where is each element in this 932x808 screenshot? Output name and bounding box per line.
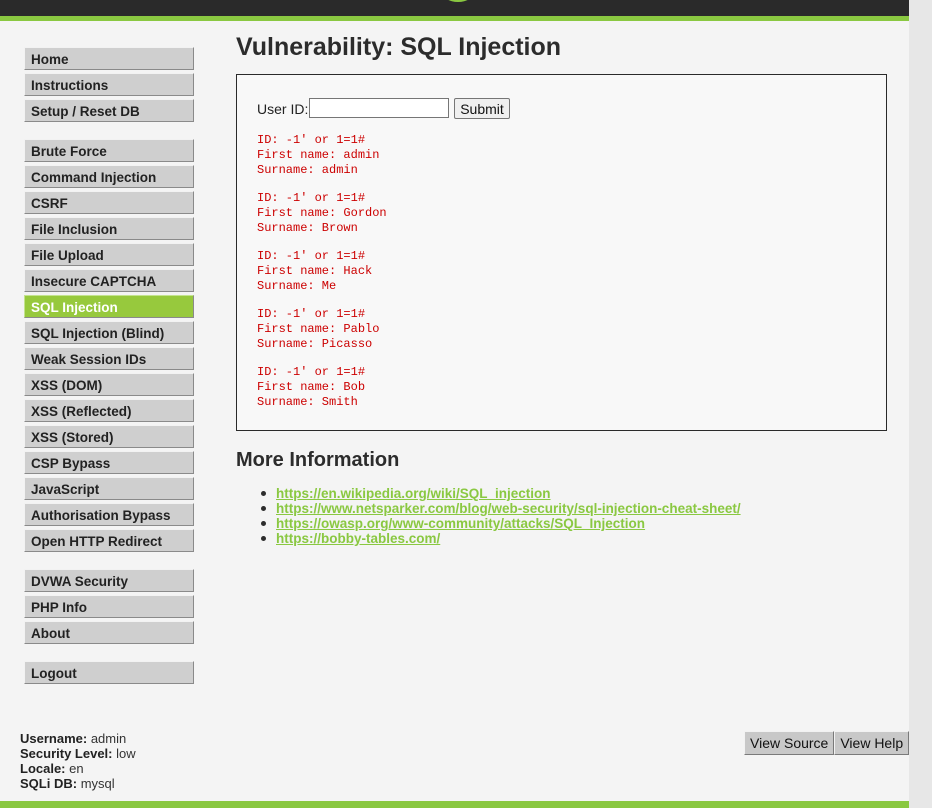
sidebar-item-authorisation-bypass[interactable]: Authorisation Bypass	[24, 503, 194, 526]
sidebar-item-setup-reset-db[interactable]: Setup / Reset DB	[24, 99, 194, 122]
sidebar-item-insecure-captcha[interactable]: Insecure CAPTCHA	[24, 269, 194, 292]
username-row: Username: admin	[20, 731, 136, 746]
sidebar-item-xss-dom[interactable]: XSS (DOM)	[24, 373, 194, 396]
result-first-name-line: First name: Hack	[257, 264, 373, 278]
more-information-links: https://en.wikipedia.org/wiki/SQL_inject…	[261, 486, 741, 546]
result-first-name-line: First name: Bob	[257, 380, 366, 394]
result-first-name-line: First name: Pablo	[257, 322, 380, 336]
security-level-value: low	[116, 746, 136, 761]
list-item: https://bobby-tables.com/	[261, 531, 741, 546]
locale-label: Locale:	[20, 761, 66, 776]
query-results: ID: -1' or 1=1# First name: admin Surname:…	[257, 133, 387, 423]
result-surname-line: Surname: Me	[257, 279, 337, 293]
sidebar-item-file-inclusion[interactable]: File Inclusion	[24, 217, 194, 240]
sidebar-item-sql-injection[interactable]: SQL Injection	[24, 295, 194, 318]
sidebar-item-javascript[interactable]: JavaScript	[24, 477, 194, 500]
list-item: https://owasp.org/www-community/attacks/…	[261, 516, 741, 531]
result-id-line: ID: -1' or 1=1#	[257, 191, 366, 205]
submit-button[interactable]: Submit	[454, 98, 510, 119]
security-level-row: Security Level: low	[20, 746, 136, 761]
result-id-line: ID: -1' or 1=1#	[257, 249, 366, 263]
sidebar-item-about[interactable]: About	[24, 621, 194, 644]
result-first-name-line: First name: Gordon	[257, 206, 387, 220]
sidebar-item-home[interactable]: Home	[24, 47, 194, 70]
bullet-icon	[261, 521, 266, 526]
result-surname-line: Surname: Picasso	[257, 337, 373, 351]
locale-value: en	[69, 761, 84, 776]
sqli-db-row: SQLi DB: mysql	[20, 776, 136, 791]
dvwa-logo-icon	[448, 0, 468, 2]
more-info-link[interactable]: https://bobby-tables.com/	[276, 531, 440, 546]
vulnerability-box: User ID: Submit ID: -1' or 1=1# First nam…	[236, 74, 887, 431]
sqli-db-value: mysql	[80, 776, 115, 791]
list-item: https://www.netsparker.com/blog/web-secu…	[261, 501, 741, 516]
sidebar-item-csp-bypass[interactable]: CSP Bypass	[24, 451, 194, 474]
result-surname-line: Surname: Brown	[257, 221, 358, 235]
sidebar-item-csrf[interactable]: CSRF	[24, 191, 194, 214]
menu-group: Logout	[24, 661, 194, 684]
result-block: ID: -1' or 1=1# First name: Pablo Surname:…	[257, 307, 387, 352]
user-id-input[interactable]	[309, 98, 449, 118]
result-block: ID: -1' or 1=1# First name: Bob Surname: S…	[257, 365, 387, 410]
sidebar-item-command-injection[interactable]: Command Injection	[24, 165, 194, 188]
user-id-label: User ID:	[257, 101, 309, 117]
more-info-link[interactable]: https://www.netsparker.com/blog/web-secu…	[276, 501, 741, 516]
security-level-label: Security Level:	[20, 746, 113, 761]
menu-group: DVWA Security PHP Info About	[24, 569, 194, 644]
more-information-heading: More Information	[236, 449, 400, 471]
bullet-icon	[261, 536, 266, 541]
bullet-icon	[261, 506, 266, 511]
footer-accent-bar	[0, 801, 909, 808]
result-id-line: ID: -1' or 1=1#	[257, 133, 366, 147]
sidebar-item-php-info[interactable]: PHP Info	[24, 595, 194, 618]
result-first-name-line: First name: admin	[257, 148, 380, 162]
more-info-link[interactable]: https://en.wikipedia.org/wiki/SQL_inject…	[276, 486, 551, 501]
view-source-button[interactable]: View Source	[744, 731, 835, 755]
sidebar-item-instructions[interactable]: Instructions	[24, 73, 194, 96]
header-bar	[0, 0, 909, 21]
sidebar-item-brute-force[interactable]: Brute Force	[24, 139, 194, 162]
result-surname-line: Surname: admin	[257, 163, 358, 177]
bullet-icon	[261, 491, 266, 496]
username-value: admin	[90, 731, 127, 746]
locale-row: Locale: en	[20, 761, 136, 776]
result-id-line: ID: -1' or 1=1#	[257, 307, 366, 321]
session-info: Username: admin Security Level: low Loca…	[20, 731, 136, 791]
sidebar-menu: Home Instructions Setup / Reset DB Brute Fo…	[24, 47, 194, 701]
result-surname-line: Surname: Smith	[257, 395, 358, 409]
view-help-button[interactable]: View Help	[834, 731, 910, 755]
list-item: https://en.wikipedia.org/wiki/SQL_inject…	[261, 486, 741, 501]
menu-group: Home Instructions Setup / Reset DB	[24, 47, 194, 122]
page-title: Vulnerability: SQL Injection	[236, 33, 562, 61]
menu-group: Brute Force Command Injection CSRF File Inc…	[24, 139, 194, 552]
sqli-db-label: SQLi DB:	[20, 776, 78, 791]
footer-buttons: View Source View Help	[744, 731, 910, 755]
sidebar-item-sql-injection-blind[interactable]: SQL Injection (Blind)	[24, 321, 194, 344]
page-container: Home Instructions Setup / Reset DB Brute Fo…	[0, 0, 910, 808]
sidebar-item-logout[interactable]: Logout	[24, 661, 194, 684]
sidebar-item-xss-reflected[interactable]: XSS (Reflected)	[24, 399, 194, 422]
result-block: ID: -1' or 1=1# First name: Gordon Surname…	[257, 191, 387, 236]
more-info-link[interactable]: https://owasp.org/www-community/attacks/…	[276, 516, 645, 531]
sidebar-item-weak-session-ids[interactable]: Weak Session IDs	[24, 347, 194, 370]
result-block: ID: -1' or 1=1# First name: admin Surname:…	[257, 133, 387, 178]
sidebar-item-open-http-redirect[interactable]: Open HTTP Redirect	[24, 529, 194, 552]
sidebar-item-xss-stored[interactable]: XSS (Stored)	[24, 425, 194, 448]
result-block: ID: -1' or 1=1# First name: Hack Surname: …	[257, 249, 387, 294]
sidebar-item-dvwa-security[interactable]: DVWA Security	[24, 569, 194, 592]
sidebar-item-file-upload[interactable]: File Upload	[24, 243, 194, 266]
username-label: Username:	[20, 731, 88, 746]
result-id-line: ID: -1' or 1=1#	[257, 365, 366, 379]
